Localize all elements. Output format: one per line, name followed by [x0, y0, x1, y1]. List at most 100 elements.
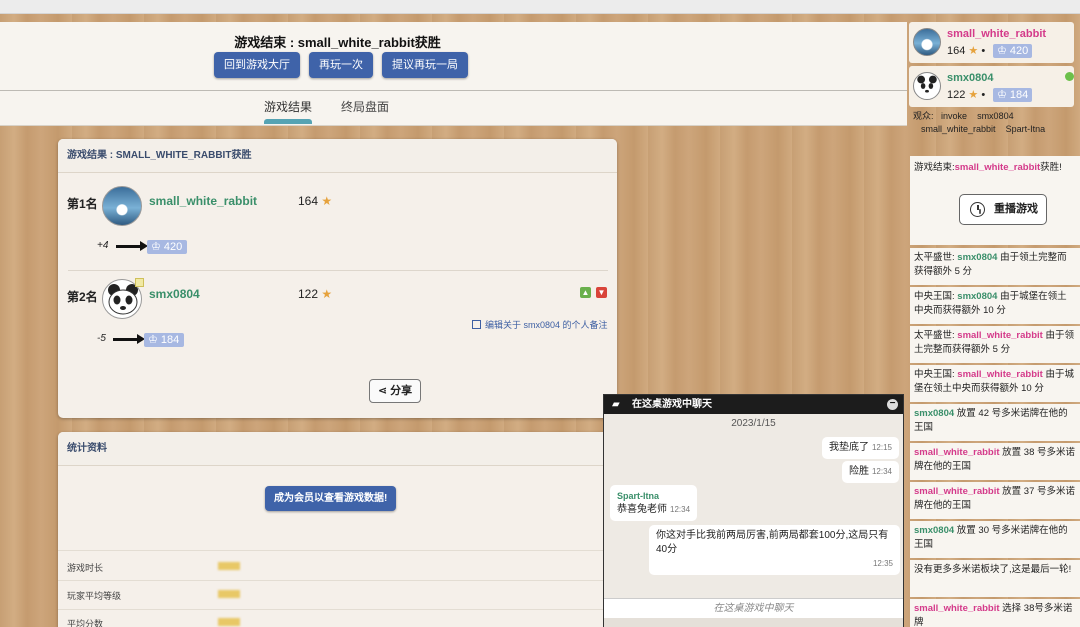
crown-icon [135, 278, 144, 287]
log-entry: 没有更多多米诺板块了,这是最后一轮! [910, 560, 1080, 597]
thumbs-up-icon[interactable]: ▲ [580, 287, 591, 298]
tab-game-result[interactable]: 游戏结果 [264, 98, 313, 124]
rank-label: 第1名 [67, 197, 98, 211]
log-player-name[interactable]: small_white_rabbit [957, 369, 1043, 380]
propose-rematch-button[interactable]: 提议再玩一局 [382, 52, 468, 78]
star-icon: ★ [321, 287, 333, 301]
chat-author[interactable]: Spart-Itna [617, 489, 690, 503]
results-panel: 游戏结果 : SMALL_WHITE_RABBIT获胜 第1名 small_wh… [58, 139, 617, 418]
log-player-name[interactable]: small_white_rabbit [914, 603, 1000, 614]
chat-message: Spart-Itna 恭喜兔老师 12:34 [610, 485, 698, 521]
player-score: 164 ★ • [947, 45, 986, 57]
elo-badge: ♔ 420 [147, 240, 188, 254]
chat-message: 险胜 12:34 [841, 461, 899, 483]
clock-icon [970, 202, 985, 217]
replay-button[interactable]: 重播游戏 [959, 194, 1047, 225]
log-entry-text: smx0804 放置 30 号多米诺牌在他的王国 [914, 525, 1068, 550]
log-player-name[interactable]: small_white_rabbit [957, 330, 1043, 341]
rank-label: 第2名 [67, 290, 98, 304]
browser-top-bar [0, 0, 1080, 14]
result-tabs: 游戏结果 终局盘面 [264, 98, 389, 124]
laurel-icon: ♔ [997, 89, 1010, 101]
chat-message: 你这对手比我前两局厉害,前两局都套100分,这局只有40分 12:35 [649, 525, 900, 575]
player-name[interactable]: smx0804 [947, 72, 994, 84]
log-entry: 中央王国: small_white_rabbit 由于城堡在领土中央而获得额外 … [910, 365, 1080, 402]
elo-badge: ♔ 184 [993, 88, 1033, 102]
back-to-lobby-button[interactable]: 回到游戏大厅 [214, 52, 300, 78]
log-entry: small_white_rabbit 选择 38号多米诺牌 [910, 599, 1080, 627]
observers-list: 观众: invoke smx0804 small_white_rabbit Sp… [909, 110, 1080, 140]
stat-label: 平均分数 [67, 619, 104, 627]
chat-window: ▰ 在这桌游戏中聊天 − 2023/1/15 我垫底了 12:15 险胜 12:34… [603, 394, 904, 627]
results-panel-title: 游戏结果 : SMALL_WHITE_RABBIT获胜 [58, 139, 617, 173]
chat-toolbar [604, 618, 903, 627]
player-card[interactable]: small_white_rabbit 164 ★ • ♔ 420 [909, 22, 1074, 63]
log-player-name[interactable]: small_white_rabbit [914, 447, 1000, 458]
observer-name[interactable]: Spart-Itna [1006, 124, 1046, 134]
player-card[interactable]: smx0804 122 ★ • ♔ 184 [909, 66, 1074, 107]
minimize-icon[interactable]: − [887, 399, 898, 410]
log-entry-text: 太平盛世: smx0804 由于领土完整而获得额外 5 分 [914, 252, 1067, 277]
elo-badge: ♔ 184 [144, 333, 185, 347]
log-entry-text: small_white_rabbit 放置 37 号多米诺牌在他的王国 [914, 486, 1076, 511]
log-entry: small_white_rabbit 放置 37 号多米诺牌在他的王国 [910, 482, 1080, 519]
checkbox-icon [472, 320, 481, 329]
observers-line: small_white_rabbit Spart-Itna [913, 123, 1080, 136]
share-icon: ⋖ [377, 385, 391, 397]
observer-name[interactable]: small_white_rabbit [921, 124, 996, 134]
stat-value-blurred [218, 562, 240, 570]
chat-input[interactable]: 在这桌游戏中聊天 [604, 598, 903, 618]
log-entry: 太平盛世: small_white_rabbit 由于领土完整而获得额外 5 分 [910, 326, 1080, 363]
log-player-name[interactable]: small_white_rabbit [914, 486, 1000, 497]
laurel-icon: ♔ [151, 241, 164, 253]
stat-label: 游戏时长 [67, 563, 104, 573]
avatar[interactable] [102, 186, 142, 226]
log-entry-text: 中央王国: small_white_rabbit 由于城堡在领土中央而获得额外 … [914, 369, 1074, 394]
panda-icon [917, 75, 937, 93]
avatar[interactable] [913, 28, 941, 56]
player-divider [68, 270, 608, 271]
page-title: 游戏结束 : small_white_rabbit获胜 [234, 35, 441, 50]
player-name[interactable]: small_white_rabbit [947, 28, 1046, 40]
game-end-message: 游戏结束:small_white_rabbit获胜! [914, 162, 1062, 173]
stat-divider [58, 550, 617, 551]
observer-name[interactable]: smx0804 [977, 111, 1014, 121]
chat-header[interactable]: ▰ 在这桌游戏中聊天 − [604, 395, 903, 414]
play-again-button[interactable]: 再玩一次 [309, 52, 373, 78]
stat-divider [58, 609, 617, 610]
log-entry: 太平盛世: smx0804 由于领土完整而获得额外 5 分 [910, 248, 1080, 285]
header-button-row: 回到游戏大厅 再玩一次 提议再玩一局 [214, 52, 468, 78]
stat-value-blurred [218, 618, 240, 626]
log-entry-text: 太平盛世: small_white_rabbit 由于领土完整而获得额外 5 分 [914, 330, 1074, 355]
stat-label: 玩家平均等级 [67, 591, 122, 601]
star-icon: ★ [321, 194, 333, 208]
observer-name[interactable]: invoke [941, 111, 967, 121]
log-player-name[interactable]: smx0804 [957, 291, 997, 302]
edit-note-link[interactable]: 编辑关于 smx0804 的个人备注 [472, 318, 608, 331]
arrow-right-icon [116, 241, 148, 251]
star-icon: ★ [968, 45, 979, 57]
player-name[interactable]: smx0804 [149, 287, 200, 301]
player-name[interactable]: small_white_rabbit [149, 194, 257, 208]
elo-delta: +4 [97, 240, 109, 251]
header-divider [0, 90, 907, 91]
thumbs-down-icon[interactable]: ▼ [596, 287, 607, 298]
arrow-right-icon [113, 334, 145, 344]
observers-line: 观众: invoke smx0804 [913, 111, 1014, 121]
game-end-header: 游戏结束 : small_white_rabbit获胜 回到游戏大厅 再玩一次 … [0, 22, 907, 126]
log-player-name[interactable]: smx0804 [957, 252, 997, 263]
log-player-name[interactable]: smx0804 [914, 525, 954, 536]
stats-panel: 统计资料 成为会员以查看游戏数据! 游戏时长 玩家平均等级 平均分数 [58, 432, 617, 627]
player-score: 164 ★ [298, 194, 333, 208]
elo-delta: -5 [97, 333, 106, 344]
speech-bubble-icon: ▰ [612, 399, 620, 410]
share-button[interactable]: ⋖ 分享 [369, 379, 421, 403]
avatar[interactable] [913, 72, 941, 100]
become-member-button[interactable]: 成为会员以查看游戏数据! [265, 486, 397, 511]
log-player-name[interactable]: smx0804 [914, 408, 954, 419]
right-sidebar: small_white_rabbit 164 ★ • ♔ 420 smx0804… [907, 22, 1080, 627]
log-entry: small_white_rabbit 放置 38 号多米诺牌在他的王国 [910, 443, 1080, 480]
tab-final-board[interactable]: 终局盘面 [341, 98, 389, 115]
log-entry-text: 没有更多多米诺板块了,这是最后一轮! [914, 564, 1072, 575]
log-entry-text: small_white_rabbit 选择 38号多米诺牌 [914, 603, 1073, 627]
